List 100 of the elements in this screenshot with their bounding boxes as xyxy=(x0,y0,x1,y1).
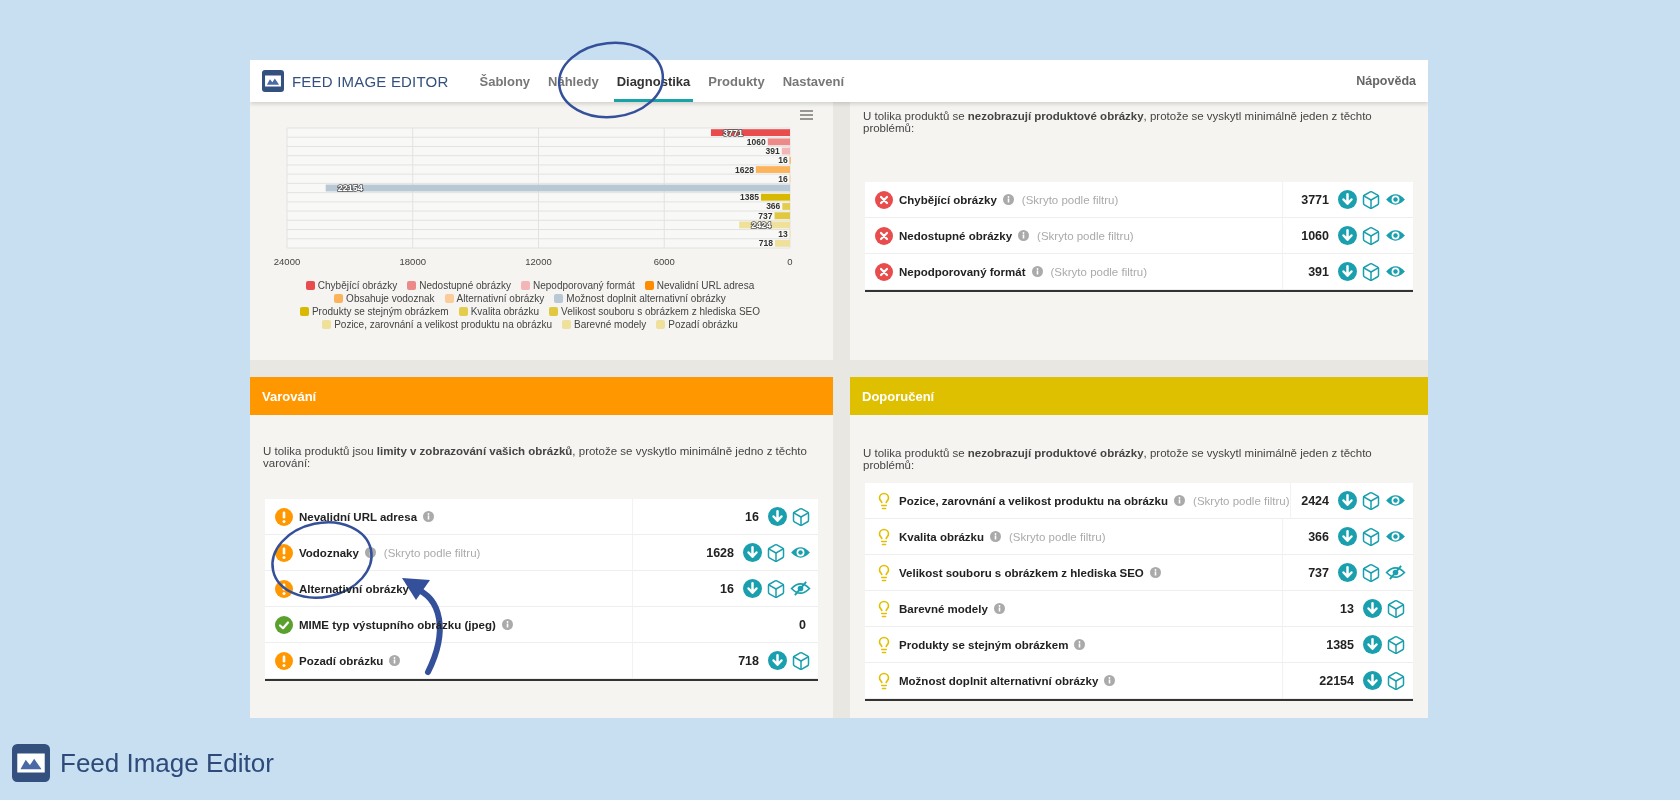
issue-count: 718 xyxy=(738,653,759,668)
cube-icon[interactable] xyxy=(791,506,811,527)
eye-icon[interactable] xyxy=(1385,493,1406,508)
issue-count: 3771 xyxy=(1301,192,1329,207)
cube-icon[interactable] xyxy=(766,578,786,599)
legend-item[interactable]: Chybějící obrázky xyxy=(305,280,398,291)
bar-value-label: 391 xyxy=(765,146,780,157)
nav-tab[interactable]: Nastavení xyxy=(779,60,848,102)
legend-item[interactable]: Možnost doplnit alternativní obrázky xyxy=(554,293,726,304)
download-icon[interactable] xyxy=(1338,190,1357,209)
download-icon[interactable] xyxy=(1363,671,1382,690)
eye-icon[interactable] xyxy=(1385,228,1406,243)
issue-count: 1385 xyxy=(1326,637,1354,652)
issue-count: 366 xyxy=(1308,529,1329,544)
warning-icon xyxy=(275,579,293,598)
axis-tick-label: 12000 xyxy=(525,256,552,267)
download-icon[interactable] xyxy=(1363,599,1382,618)
panel-description: U tolika produktů jsou limity v zobrazování vašich obrázků, protože se vyskytlo minimálně jedno z těchto varování: xyxy=(263,445,808,469)
eye-icon[interactable] xyxy=(1385,264,1406,279)
chart-bar xyxy=(755,166,790,173)
issue-row[interactable]: Produkty se stejným obrázkem 1385 xyxy=(865,627,1413,663)
issue-row[interactable]: Vodoznaky (Skryto podle filtru) 1628 xyxy=(265,535,818,571)
issue-row[interactable]: Kvalita obrázku (Skryto podle filtru) 366 xyxy=(865,519,1413,555)
app-title: FEED IMAGE EDITOR xyxy=(292,72,449,90)
download-icon[interactable] xyxy=(1338,262,1357,281)
issue-row[interactable]: Možnost doplnit alternativní obrázky 22154 xyxy=(865,663,1413,699)
bar-value-label: 3771 xyxy=(722,127,743,138)
issue-label: Produkty se stejným obrázkem xyxy=(899,638,1069,651)
issue-row[interactable]: Nepodporovaný formát (Skryto podle filtru) 391 xyxy=(865,254,1413,290)
legend-item[interactable]: Alternativní obrázky xyxy=(444,293,545,304)
filter-note: (Skryto podle filtru) xyxy=(1050,265,1148,278)
download-icon[interactable] xyxy=(1338,226,1357,245)
cube-icon[interactable] xyxy=(1361,189,1381,210)
legend-item[interactable]: Nedostupné obrázky xyxy=(407,280,511,291)
legend-item[interactable]: Pozice, zarovnání a velikost produktu na obrázku xyxy=(322,319,553,330)
download-icon[interactable] xyxy=(768,651,787,670)
cube-icon[interactable] xyxy=(1361,490,1381,511)
bar-value-label: 1385 xyxy=(740,192,759,203)
nav-tab[interactable]: Produkty xyxy=(705,60,768,102)
legend-item[interactable]: Obsahuje vodoznak xyxy=(334,293,435,304)
help-link[interactable]: Nápověda xyxy=(1356,74,1416,88)
issue-count: 737 xyxy=(1308,565,1329,580)
panel-description: U tolika produktů se nezobrazují produktové obrázky, protože se vyskytl minimálně jeden z těchto problémů: xyxy=(863,110,1373,134)
cube-icon[interactable] xyxy=(791,650,811,671)
filter-note: (Skryto podle filtru) xyxy=(383,546,481,559)
eye-icon[interactable] xyxy=(1385,192,1406,207)
warning-icon xyxy=(275,543,293,562)
cube-icon[interactable] xyxy=(1361,225,1381,246)
legend-item[interactable]: Nevalidní URL adresa xyxy=(644,280,755,291)
cube-icon[interactable] xyxy=(1361,526,1381,547)
issue-row[interactable]: Barevné modely 13 xyxy=(865,591,1413,627)
legend-item[interactable]: Produkty se stejným obrázkem xyxy=(299,306,449,317)
legend-item[interactable]: Kvalita obrázku xyxy=(458,306,540,317)
eye-slash-icon[interactable] xyxy=(1385,565,1406,580)
chart-bar xyxy=(782,203,790,210)
download-icon[interactable] xyxy=(1338,527,1357,546)
issue-row[interactable]: Nevalidní URL adresa 16 xyxy=(265,499,818,535)
issue-count: 2424 xyxy=(1301,493,1329,508)
error-icon xyxy=(875,226,893,245)
cube-icon[interactable] xyxy=(1386,598,1406,619)
eye-icon[interactable] xyxy=(790,545,811,560)
issue-label: Pozice, zarovnání a velikost produktu na obrázku xyxy=(899,494,1169,507)
cube-icon[interactable] xyxy=(1361,562,1381,583)
issue-count: 0 xyxy=(799,617,806,632)
issue-row[interactable]: Velikost souboru s obrázkem z hlediska SEO 737 xyxy=(865,555,1413,591)
download-icon[interactable] xyxy=(743,543,762,562)
cube-icon[interactable] xyxy=(1361,261,1381,282)
download-icon[interactable] xyxy=(768,507,787,526)
logo-icon xyxy=(12,744,50,782)
logo-icon xyxy=(262,70,284,92)
menu-icon[interactable] xyxy=(800,110,813,120)
bar-value-label: 1628 xyxy=(734,164,754,175)
eye-slash-icon[interactable] xyxy=(790,581,811,596)
info-icon[interactable] xyxy=(364,547,376,558)
bar-value-label: 366 xyxy=(766,201,781,212)
eye-icon[interactable] xyxy=(1385,529,1406,544)
cube-icon[interactable] xyxy=(1386,670,1406,691)
issue-label: Velikost souboru s obrázkem z hlediska SEO xyxy=(899,566,1144,579)
download-icon[interactable] xyxy=(1338,563,1357,582)
error-icon xyxy=(875,190,893,209)
cube-icon[interactable] xyxy=(766,542,786,563)
filter-note: (Skryto podle filtru) xyxy=(1009,530,1106,543)
warning-icon xyxy=(275,651,293,670)
download-icon[interactable] xyxy=(1363,635,1382,654)
download-icon[interactable] xyxy=(1338,491,1357,510)
issue-label: Pozadí obrázku xyxy=(299,654,384,667)
cube-icon[interactable] xyxy=(1386,634,1406,655)
issue-row[interactable]: Pozice, zarovnání a velikost produktu na obrázku (Skryto podle filtru) 2424 xyxy=(865,483,1413,519)
issue-count: 16 xyxy=(720,581,734,596)
legend-item[interactable]: Velikost souboru s obrázkem z hlediska SEO xyxy=(549,306,761,317)
issue-row[interactable]: Nedostupné obrázky (Skryto podle filtru) 1060 xyxy=(865,218,1413,254)
issue-label: Možnost doplnit alternativní obrázky xyxy=(899,674,1099,687)
legend-item[interactable]: Pozadí obrázku xyxy=(656,319,738,330)
issue-row[interactable]: Chybějící obrázky (Skryto podle filtru) 3771 xyxy=(865,182,1413,218)
error-icon xyxy=(875,262,893,281)
legend-item[interactable]: Barevné modely xyxy=(562,319,647,330)
legend-item[interactable]: Nepodporovaný formát xyxy=(521,280,635,291)
download-icon[interactable] xyxy=(743,579,762,598)
issue-row[interactable]: Pozadí obrázku 718 xyxy=(265,643,818,679)
nav-tab[interactable]: Šablony xyxy=(476,60,534,102)
